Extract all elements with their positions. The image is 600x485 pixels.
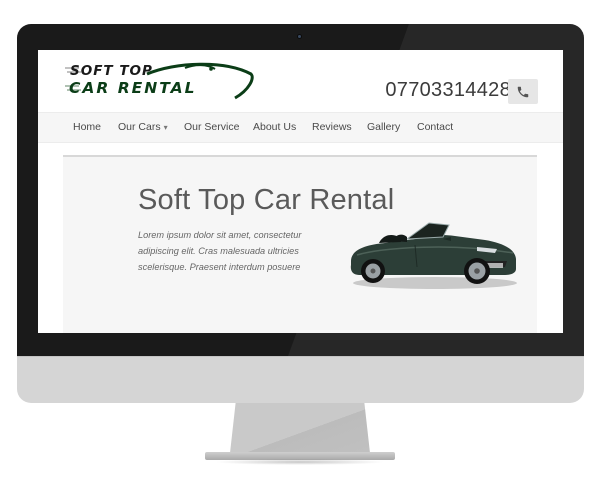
camera-icon	[297, 34, 302, 39]
hero-title: Soft Top Car Rental	[138, 184, 395, 216]
logo-text-bottom: CAR RENTAL	[69, 79, 197, 97]
call-button[interactable]	[508, 79, 538, 104]
nav-item-contact[interactable]: Contact	[417, 121, 453, 133]
nav-item-our-service[interactable]: Our Service	[184, 121, 239, 133]
nav-item-reviews[interactable]: Reviews	[312, 121, 352, 133]
site-logo[interactable]: SOFT TOP CAR RENTAL	[65, 60, 255, 100]
monitor-stand	[230, 403, 370, 453]
phone-number[interactable]: 07703314428	[385, 79, 511, 102]
phone-icon	[517, 86, 529, 97]
monitor-shadow	[215, 459, 385, 465]
nav-item-our-cars[interactable]: Our Cars ▾	[118, 121, 168, 133]
chevron-down-icon: ▾	[163, 123, 168, 132]
hero-description: Lorem ipsum dolor sit amet, consectetur …	[138, 230, 302, 272]
logo-text-top: SOFT TOP	[70, 63, 153, 79]
main-navigation: Home Our Cars ▾ Our Service About Us Revi…	[38, 112, 563, 143]
nav-item-label: Our Cars	[118, 121, 161, 133]
monitor-chin	[17, 356, 584, 403]
nav-item-about-us[interactable]: About Us	[253, 121, 296, 133]
hero-banner: Soft Top Car Rental Lorem ipsum dolor si…	[63, 155, 537, 333]
site-header: SOFT TOP CAR RENTAL 07703314428	[38, 50, 563, 112]
nav-item-home[interactable]: Home	[73, 121, 101, 133]
convertible-car-image	[350, 222, 517, 289]
website-screen: SOFT TOP CAR RENTAL 07703314428 Home Our…	[38, 50, 563, 333]
nav-item-gallery[interactable]: Gallery	[367, 121, 400, 133]
